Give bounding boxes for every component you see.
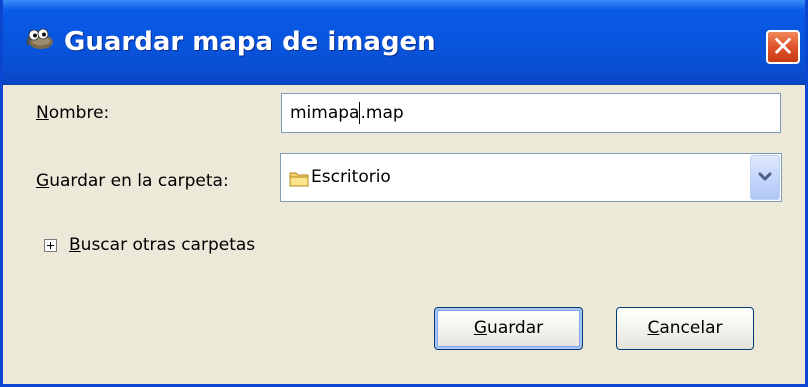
folder-select-value: Escritorio — [311, 167, 391, 187]
browse-label-text: uscar otras carpetas — [80, 235, 256, 255]
window-title: Guardar mapa de imagen — [64, 27, 436, 57]
folder-label-mnemonic: G — [36, 171, 50, 191]
save-label-mnemonic: G — [473, 318, 488, 338]
browse-folders-expander[interactable]: Buscar otras carpetas — [69, 235, 255, 255]
cancel-button[interactable]: Cancelar — [616, 307, 754, 350]
title-bar[interactable]: Guardar mapa de imagen ✕ — [3, 0, 805, 85]
name-value-start: mimapa — [290, 103, 360, 123]
folder-dropdown-button[interactable] — [750, 155, 780, 200]
chevron-down-icon — [758, 172, 772, 181]
folder-select[interactable]: Escritorio — [280, 153, 782, 202]
expand-icon[interactable] — [44, 239, 57, 252]
name-label-text: ombre: — [48, 103, 110, 123]
folder-label: Guardar en la carpeta: — [36, 171, 229, 191]
folder-label-text: uardar en la carpeta: — [49, 171, 229, 191]
name-value-end: .map — [360, 103, 404, 123]
save-image-map-dialog: Guardar mapa de imagen ✕ Nombre: mimapa.… — [0, 0, 808, 387]
folder-icon — [289, 172, 309, 187]
gimp-wilber-icon — [26, 28, 53, 49]
name-field[interactable]: mimapa.map — [281, 93, 781, 133]
close-button[interactable]: ✕ — [766, 30, 800, 64]
browse-label-mnemonic: B — [69, 235, 81, 255]
save-label-text: uardar — [487, 318, 544, 338]
close-icon: ✕ — [771, 30, 795, 63]
save-button[interactable]: Guardar — [434, 307, 583, 350]
name-label: Nombre: — [36, 103, 109, 123]
cancel-label-mnemonic: C — [647, 318, 660, 338]
cancel-label-text: ancelar — [659, 318, 723, 338]
name-label-mnemonic: N — [36, 103, 49, 123]
